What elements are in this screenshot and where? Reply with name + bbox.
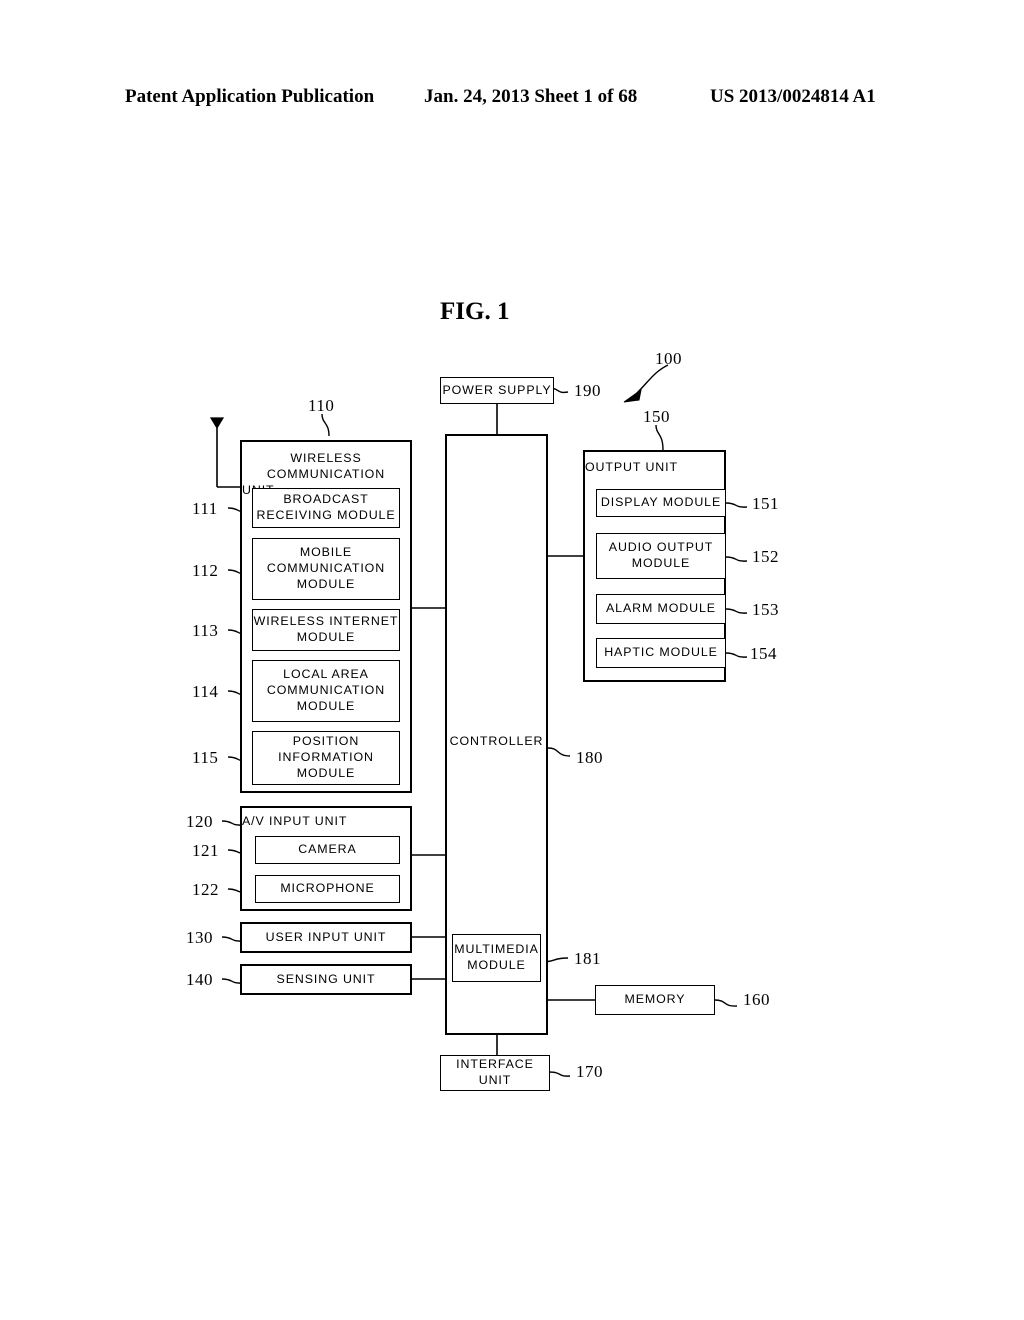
wireless-internet-module-block[interactable]: WIRELESS INTERNET MODULE: [252, 609, 400, 651]
memory-block[interactable]: MEMORY: [595, 985, 715, 1015]
haptic-module-label: HAPTIC MODULE: [604, 645, 718, 660]
ref-122: 122: [192, 880, 219, 899]
microphone-label: MICROPHONE: [280, 881, 375, 896]
ref-170: 170: [576, 1062, 603, 1081]
display-module-label: DISPLAY MODULE: [600, 495, 722, 510]
ref-112: 112: [192, 561, 219, 580]
page-header: Patent Application Publication Jan. 24, …: [0, 86, 1024, 112]
ref-120: 120: [186, 812, 213, 831]
header-patent-number: US 2013/0024814 A1: [710, 86, 876, 107]
figure-title: FIG. 1: [440, 298, 510, 325]
position-information-module-label-line2: INFORMATION: [278, 750, 374, 765]
broadcast-receiving-module-label-line2: RECEIVING MODULE: [256, 508, 396, 522]
mobile-communication-module-label-line2: COMMUNICATION: [266, 561, 386, 576]
wireless-communication-unit-label-line1: WIRELESS COMMUNICATION: [266, 451, 386, 481]
wireless-internet-module-label-line1: WIRELESS INTERNET: [253, 614, 399, 629]
antenna-icon: [209, 417, 240, 488]
patent-figure-page: Patent Application Publication Jan. 24, …: [0, 0, 1024, 1320]
header-date-sheet: Jan. 24, 2013 Sheet 1 of 68: [424, 86, 638, 107]
camera-block[interactable]: CAMERA: [255, 836, 400, 864]
position-information-module-block[interactable]: POSITION INFORMATION MODULE: [252, 731, 400, 785]
user-input-unit-block[interactable]: USER INPUT UNIT: [240, 922, 412, 953]
controller-label: CONTROLLER: [449, 734, 544, 748]
local-area-communication-module-block[interactable]: LOCAL AREA COMMUNICATION MODULE: [252, 660, 400, 722]
sensing-unit-block[interactable]: SENSING UNIT: [240, 964, 412, 995]
ref-181: 181: [574, 949, 601, 968]
header-publication: Patent Application Publication: [125, 86, 375, 107]
broadcast-receiving-module-block[interactable]: BROADCAST RECEIVING MODULE: [252, 488, 400, 528]
ref-180: 180: [576, 748, 603, 767]
interface-unit-block[interactable]: INTERFACE UNIT: [440, 1055, 550, 1091]
ref-152: 152: [752, 547, 779, 566]
ref-100: 100: [655, 349, 682, 368]
av-input-unit-label: A/V INPUT UNIT: [242, 814, 348, 828]
power-supply-label: POWER SUPPLY: [442, 382, 552, 397]
local-area-communication-module-label-line1: LOCAL AREA: [283, 667, 369, 682]
ref-151: 151: [752, 494, 779, 513]
position-information-module-label-line1: POSITION: [292, 734, 360, 749]
local-area-communication-module-label-line2: COMMUNICATION: [266, 683, 386, 698]
user-input-unit-label: USER INPUT UNIT: [265, 929, 387, 944]
ref-114: 114: [192, 682, 219, 701]
wireless-internet-module-label-line2: MODULE: [296, 630, 356, 644]
audio-output-module-label-line1: AUDIO OUTPUT: [608, 540, 714, 555]
output-unit-label: OUTPUT UNIT: [585, 460, 678, 474]
ref-190: 190: [574, 381, 601, 400]
ref-110: 110: [308, 396, 335, 415]
ref-113: 113: [192, 621, 219, 640]
interface-unit-label: INTERFACE UNIT: [456, 1057, 534, 1087]
mobile-communication-module-label-line1: MOBILE: [299, 545, 353, 560]
ref-160: 160: [743, 990, 770, 1009]
multimedia-module-label-line2: MODULE: [467, 958, 526, 972]
haptic-module-block[interactable]: HAPTIC MODULE: [596, 638, 726, 668]
mobile-communication-module-block[interactable]: MOBILE COMMUNICATION MODULE: [252, 538, 400, 600]
audio-output-module-label-line2: MODULE: [631, 556, 691, 570]
ref-153: 153: [752, 600, 779, 619]
broadcast-receiving-module-label-line1: BROADCAST: [283, 492, 369, 507]
sensing-unit-label: SENSING UNIT: [276, 971, 376, 986]
multimedia-module-label-line1: MULTIMEDIA: [454, 942, 539, 957]
ref-130: 130: [186, 928, 213, 947]
audio-output-module-block[interactable]: AUDIO OUTPUT MODULE: [596, 533, 726, 579]
power-supply-block[interactable]: POWER SUPPLY: [440, 377, 554, 404]
position-information-module-label-line3: MODULE: [296, 765, 356, 780]
mobile-communication-module-label-line3: MODULE: [296, 576, 356, 591]
ref-111: 111: [192, 499, 218, 518]
alarm-module-block[interactable]: ALARM MODULE: [596, 594, 726, 624]
ref-150: 150: [643, 407, 670, 426]
ref-154: 154: [750, 644, 777, 663]
camera-label: CAMERA: [298, 842, 357, 857]
multimedia-module-block[interactable]: MULTIMEDIA MODULE: [452, 934, 541, 982]
local-area-communication-module-label-line3: MODULE: [296, 698, 356, 713]
ref-140: 140: [186, 970, 213, 989]
ref-121: 121: [192, 841, 219, 860]
memory-label: MEMORY: [624, 992, 686, 1007]
display-module-block[interactable]: DISPLAY MODULE: [596, 489, 726, 517]
ref-115: 115: [192, 748, 219, 767]
alarm-module-label: ALARM MODULE: [606, 601, 716, 616]
microphone-block[interactable]: MICROPHONE: [255, 875, 400, 903]
